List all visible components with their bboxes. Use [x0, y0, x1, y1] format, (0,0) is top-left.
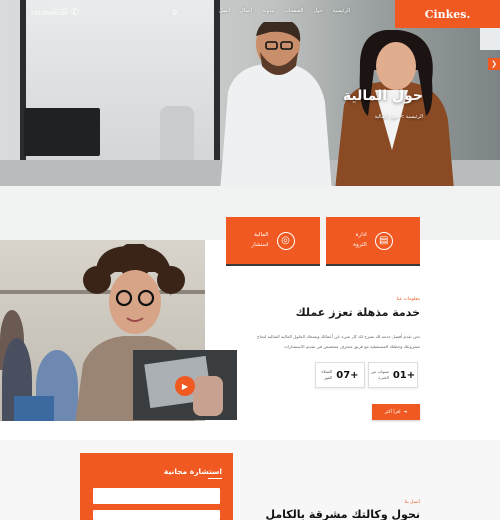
- hero-woman-figure: [335, 30, 454, 186]
- hero-chair: [160, 106, 194, 166]
- about-paragraph: نحن نقدم أفضل خدمة لك تشرح لك كل شيء عن …: [256, 334, 420, 349]
- nav-item-blog[interactable]: مدونة: [262, 8, 274, 14]
- phone-number[interactable]: +91-00000000: [30, 11, 68, 17]
- stat-number: 01+: [392, 369, 416, 381]
- about-heading: خدمة مذهلة تعزز عملك: [295, 306, 420, 319]
- hero-monitor: [24, 108, 100, 156]
- contact-heading: نحول وكالتك مشرقة بالكامل: [265, 508, 420, 520]
- feature-card-finance[interactable]: المالية استشار ◎: [226, 217, 320, 266]
- target-icon: ◎: [276, 231, 295, 250]
- arrow-icon: ➜: [403, 409, 408, 415]
- presentation-icon: ▤: [374, 231, 393, 250]
- consultation-heading: استشارة مجانية: [163, 467, 222, 476]
- side-panel: [480, 28, 500, 50]
- stat-number: 07+: [336, 369, 359, 381]
- form-field-name[interactable]: [93, 488, 220, 504]
- background-laptop: [14, 396, 54, 421]
- form-field-email[interactable]: [93, 510, 220, 520]
- phone-icon: ✆: [71, 7, 80, 18]
- video-hand: [193, 376, 223, 416]
- contact-section: [0, 440, 500, 520]
- read-more-button[interactable]: اقرأ أكثر ➜: [372, 404, 420, 420]
- nav-item-pages[interactable]: الصفحات: [284, 8, 303, 14]
- breadcrumb[interactable]: الرئيسية > حول المالية: [374, 114, 423, 120]
- nav-item-contact[interactable]: اتصل: [219, 8, 230, 14]
- main-nav: الرئيسية حول الصفحات مدونة اعمال اتصل: [190, 8, 350, 14]
- stat-label: العملاء الفوز: [321, 369, 333, 380]
- hero-man-figure: [220, 22, 332, 186]
- about-subtitle: معلومات عنا: [396, 297, 420, 302]
- read-more-label: اقرأ أكثر: [384, 409, 401, 415]
- arrow-right-icon[interactable]: ❯: [488, 58, 500, 70]
- nav-item-about[interactable]: حول: [313, 8, 322, 14]
- page: Cinkes. الرئيسية حول الصفحات مدونة اعمال…: [0, 0, 500, 520]
- play-icon[interactable]: ▶: [175, 376, 195, 396]
- stat-label: سنوات من الخبرة: [370, 369, 389, 380]
- top-navigation-bar: Cinkes. الرئيسية حول الصفحات مدونة اعمال…: [0, 0, 500, 28]
- feature-card-wealth[interactable]: ادارة الثروة ▤: [326, 217, 420, 266]
- search-icon[interactable]: ⚲: [172, 9, 177, 17]
- feature-card-label: المالية استشار: [251, 232, 269, 248]
- hero-title: حول المالية: [342, 88, 423, 104]
- contact-subtitle: اتصل بنا: [404, 500, 420, 505]
- header-phone[interactable]: اتصل بنا +91-00000000: [30, 6, 68, 17]
- stat-card-experience: سنوات من الخبرة 01+: [368, 362, 418, 388]
- site-logo[interactable]: Cinkes.: [395, 0, 500, 28]
- heading-underline: [208, 478, 222, 479]
- hero-banner: Cinkes. الرئيسية حول الصفحات مدونة اعمال…: [0, 0, 500, 186]
- nav-item-portfolio[interactable]: اعمال: [240, 8, 252, 14]
- stat-card-clients: العملاء الفوز 07+: [315, 362, 365, 388]
- nav-item-home[interactable]: الرئيسية: [333, 8, 350, 14]
- feature-card-label: ادارة الثروة: [353, 232, 367, 248]
